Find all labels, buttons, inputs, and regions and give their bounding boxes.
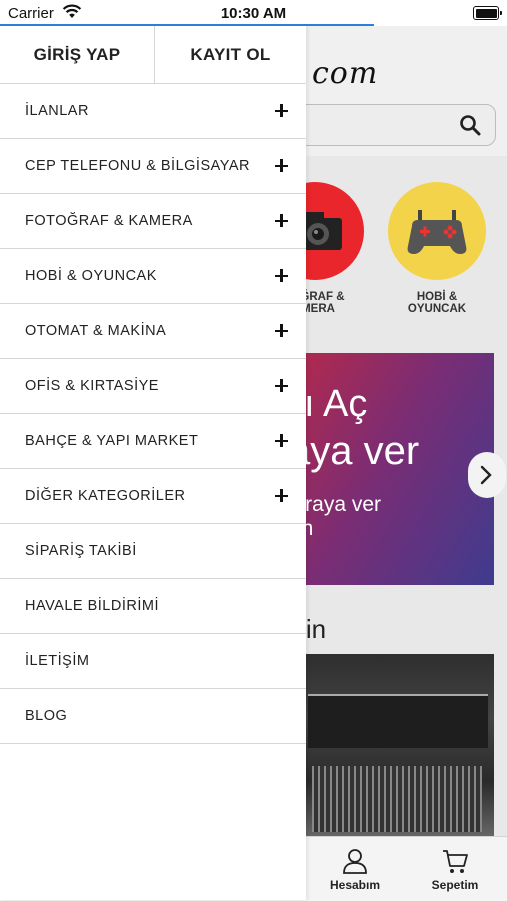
menu-item-hobby-toys[interactable]: HOBİ & OYUNCAK xyxy=(0,249,306,304)
product-image[interactable] xyxy=(300,654,494,836)
tab-cart-label: Sepetim xyxy=(431,878,479,892)
side-drawer: GİRİŞ YAP KAYIT OL İLANLAR CEP TELEFONU … xyxy=(0,26,306,900)
menu-item-label: BAHÇE & YAPI MARKET xyxy=(25,433,199,449)
menu-item-transfer-notice[interactable]: HAVALE BİLDİRİMİ xyxy=(0,579,306,634)
gamepad-icon xyxy=(407,210,467,254)
chevron-right-icon xyxy=(480,465,492,485)
banner-next-button[interactable] xyxy=(468,452,506,498)
plus-icon[interactable] xyxy=(275,379,288,392)
category-label: HOBİ & OYUNCAK xyxy=(407,291,467,315)
plus-icon[interactable] xyxy=(275,489,288,502)
menu-item-phone-computer[interactable]: CEP TELEFONU & BİLGİSAYAR xyxy=(0,139,306,194)
plus-icon[interactable] xyxy=(275,214,288,227)
menu-item-order-tracking[interactable]: SİPARİŞ TAKİBİ xyxy=(0,524,306,579)
banner-headline: aya ver xyxy=(296,429,420,473)
menu-item-label: OFİS & KIRTASİYE xyxy=(25,378,159,394)
category-games[interactable] xyxy=(388,182,486,280)
menu-item-ilanlar[interactable]: İLANLAR xyxy=(0,84,306,139)
menu-item-label: FOTOĞRAF & KAMERA xyxy=(25,213,193,229)
menu-item-photo-camera[interactable]: FOTOĞRAF & KAMERA xyxy=(0,194,306,249)
tab-cart[interactable]: Sepetim xyxy=(410,847,500,892)
cart-icon xyxy=(443,850,468,873)
drawer-menu: İLANLAR CEP TELEFONU & BİLGİSAYAR FOTOĞR… xyxy=(0,84,306,744)
menu-item-blog[interactable]: BLOG xyxy=(0,689,306,744)
auth-row: GİRİŞ YAP KAYIT OL xyxy=(0,26,306,84)
plus-icon[interactable] xyxy=(275,159,288,172)
tab-account[interactable]: Hesabım xyxy=(310,847,400,892)
tab-account-label: Hesabım xyxy=(329,878,381,892)
banner-subtitle: kiraya ver xyxy=(296,493,382,516)
login-button[interactable]: GİRİŞ YAP xyxy=(0,26,155,83)
menu-item-label: DİĞER KATEGORİLER xyxy=(25,488,186,504)
search-icon[interactable] xyxy=(459,114,481,141)
menu-item-vending-machines[interactable]: OTOMAT & MAKİNA xyxy=(0,304,306,359)
logo: com xyxy=(312,56,379,91)
menu-item-label: İLANLAR xyxy=(25,103,89,119)
menu-item-contact[interactable]: İLETİŞİM xyxy=(0,634,306,689)
plus-icon[interactable] xyxy=(275,324,288,337)
status-bar: Carrier 10:30 AM xyxy=(0,0,507,26)
search-bar[interactable] xyxy=(280,104,496,146)
loading-progress-bar xyxy=(0,24,374,26)
plus-icon[interactable] xyxy=(275,434,288,447)
menu-item-label: SİPARİŞ TAKİBİ xyxy=(25,543,137,559)
clock: 10:30 AM xyxy=(220,5,287,22)
menu-item-garden-hardware[interactable]: BAHÇE & YAPI MARKET xyxy=(0,414,306,469)
menu-item-label: HOBİ & OYUNCAK xyxy=(25,268,157,284)
menu-item-label: CEP TELEFONU & BİLGİSAYAR xyxy=(25,158,250,174)
menu-item-label: OTOMAT & MAKİNA xyxy=(25,323,167,339)
banner-headline: ı Aç xyxy=(304,383,368,425)
menu-item-label: HAVALE BİLDİRİMİ xyxy=(25,598,159,614)
menu-item-office-stationery[interactable]: OFİS & KIRTASİYE xyxy=(0,359,306,414)
menu-item-label: İLETİŞİM xyxy=(25,653,90,669)
user-icon xyxy=(343,849,367,874)
plus-icon[interactable] xyxy=(275,269,288,282)
plus-icon[interactable] xyxy=(275,104,288,117)
promo-banner[interactable]: ı Aç aya ver kiraya ver an xyxy=(296,353,494,585)
menu-item-other-categories[interactable]: DİĞER KATEGORİLER xyxy=(0,469,306,524)
register-button[interactable]: KAYIT OL xyxy=(155,26,306,83)
menu-item-label: BLOG xyxy=(25,708,68,724)
battery-icon xyxy=(473,6,502,20)
